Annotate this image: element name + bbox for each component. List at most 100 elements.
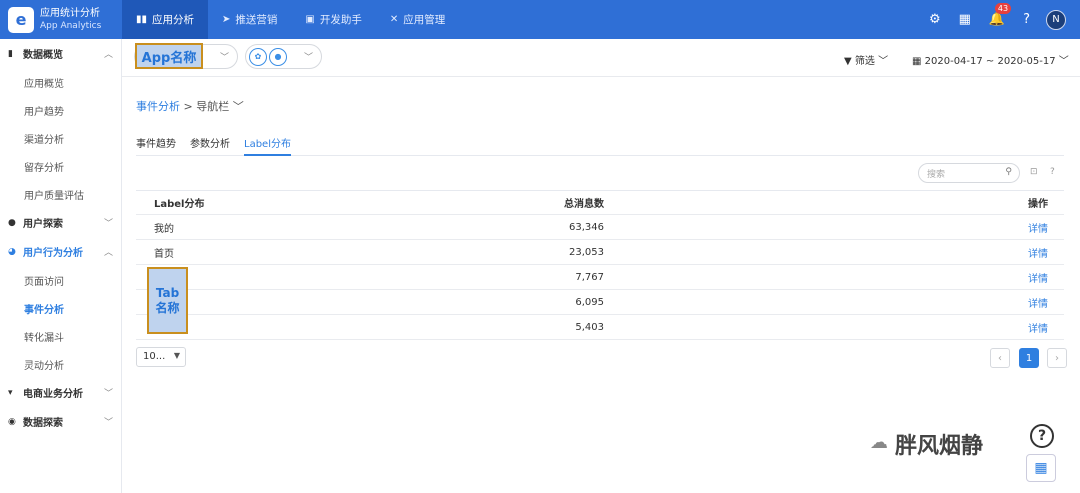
app-logo-icon: e <box>8 6 34 33</box>
watermark: 胖风烟静 <box>895 434 984 459</box>
cell-label: 首页 <box>154 248 174 260</box>
cart-icon: ▾ <box>8 387 13 398</box>
notification-badge: 43 <box>994 3 1012 14</box>
sidebar-item-channel[interactable]: 渠道分析 <box>0 124 121 152</box>
briefcase-icon: ▣ <box>305 14 315 25</box>
sidebar-item-event-analysis[interactable]: 事件分析 <box>0 294 121 322</box>
search-input[interactable]: 搜索 ⚲ <box>918 163 1020 183</box>
sidebar-group-ecommerce[interactable]: ▾ 电商业务分析 ﹀ <box>0 378 121 407</box>
nav-push-marketing[interactable]: ➤ 推送营销 <box>208 0 291 39</box>
avatar[interactable]: N <box>1046 9 1066 30</box>
tab-label-distribution[interactable]: Label分布 <box>244 128 291 156</box>
detail-link[interactable]: 详情 <box>604 270 1064 285</box>
top-bar: e 应用统计分析 App Analytics ▮▮ 应用分析 ➤ 推送营销 ▣ 开发助… <box>0 0 1080 39</box>
column-header-label: Label分布 <box>154 199 205 210</box>
sidebar-item-app-overview[interactable]: 应用概览 <box>0 68 121 96</box>
download-icon[interactable]: ⊡ <box>1030 167 1038 177</box>
nav-dev-assistant[interactable]: ▣ 开发助手 <box>291 0 375 39</box>
qr-code-icon[interactable]: ▦ <box>1026 454 1056 482</box>
cell-label: 我的 <box>154 223 174 235</box>
search-icon: ⚲ <box>1005 167 1012 177</box>
send-icon: ➤ <box>222 14 231 25</box>
chevron-down-icon[interactable]: ﹀ <box>233 100 244 113</box>
column-header-count: 总消息数 <box>564 199 604 210</box>
detail-link[interactable]: 详情 <box>604 320 1064 335</box>
sidebar-item-retention[interactable]: 留存分析 <box>0 152 121 180</box>
prev-page-button[interactable]: ‹ <box>990 348 1010 368</box>
brand[interactable]: e 应用统计分析 App Analytics <box>0 0 122 39</box>
breadcrumb-current[interactable]: 导航栏 <box>196 100 229 113</box>
sidebar-item-flex-analysis[interactable]: 灵动分析 <box>0 350 121 378</box>
caret-down-icon: ▼ <box>173 351 180 360</box>
chevron-down-icon: ﹀ <box>103 219 113 229</box>
date-range-picker[interactable]: ▦ 2020-04-17 ~ 2020-05-17 ﹀ <box>912 52 1069 67</box>
tools-icon: ✕ <box>389 14 399 25</box>
tab-name-annotation: Tab 名称 <box>147 267 188 334</box>
grid-icon[interactable]: ▦ <box>959 12 971 27</box>
sidebar-item-page-visit[interactable]: 页面访问 <box>0 266 121 294</box>
sidebar-item-user-quality[interactable]: 用户质量评估 <box>0 180 121 208</box>
wechat-icon: ☁ <box>870 432 888 453</box>
page-button-current[interactable]: 1 <box>1019 348 1039 368</box>
table-row: 5,403 详情 <box>136 315 1064 340</box>
cell-count: 63,346 <box>569 221 604 233</box>
sidebar-group-overview[interactable]: ▮ 数据概览 ︿ <box>0 39 121 68</box>
bar-chart-icon: ▮ <box>8 48 13 59</box>
app-name-annotation: App名称 <box>135 43 203 69</box>
chevron-up-icon: ︿ <box>103 50 113 60</box>
chevron-down-icon: ﹀ <box>219 53 229 63</box>
detail-link[interactable]: 详情 <box>604 295 1064 310</box>
chevron-down-icon: ﹀ <box>103 389 113 399</box>
chevron-down-icon: ﹀ <box>303 53 313 63</box>
data-table: Label分布 总消息数 操作 我的 63,346 详情 首页 23,053 详… <box>136 190 1064 340</box>
table-header: Label分布 总消息数 操作 <box>136 190 1064 215</box>
table-row: 首页 23,053 详情 <box>136 240 1064 265</box>
help-float-icon[interactable]: ? <box>1030 424 1054 448</box>
sidebar-item-user-trend[interactable]: 用户趋势 <box>0 96 121 124</box>
nav-app-management[interactable]: ✕ 应用管理 <box>376 0 459 39</box>
brand-subtitle: App Analytics <box>40 20 102 31</box>
chevron-down-icon: ﹀ <box>103 418 113 428</box>
compass-icon: ◉ <box>8 416 16 427</box>
cell-count: 23,053 <box>569 246 604 258</box>
apple-icon[interactable]: ● <box>269 47 287 66</box>
table-row: 7,767 详情 <box>136 265 1064 290</box>
pie-icon: ◕ <box>8 246 16 257</box>
breadcrumb: 事件分析 > 导航栏 ﹀ <box>136 98 244 114</box>
sidebar: ▮ 数据概览 ︿ 应用概览 用户趋势 渠道分析 留存分析 用户质量评估 ● 用户探索 ﹀… <box>0 39 122 493</box>
nav-app-analysis[interactable]: ▮▮ 应用分析 <box>122 0 209 39</box>
chevron-up-icon: ︿ <box>103 248 113 258</box>
cell-count: 6,095 <box>575 296 604 308</box>
page-size-select[interactable]: 10... ▼ <box>136 347 186 367</box>
tab-event-trend[interactable]: 事件趋势 <box>136 128 176 156</box>
platform-selector[interactable]: ✿ ● ﹀ <box>245 44 322 69</box>
next-page-button[interactable]: › <box>1047 348 1067 368</box>
filter-button[interactable]: ▼ 筛选 ﹀ <box>844 52 888 67</box>
help-icon[interactable]: ? <box>1023 12 1030 27</box>
bar-chart-icon: ▮▮ <box>136 14 148 25</box>
user-icon: ● <box>8 217 16 228</box>
cell-count: 7,767 <box>575 271 604 283</box>
tab-bar: 事件趋势 参数分析 Label分布 <box>136 128 1064 156</box>
top-nav: ▮▮ 应用分析 ➤ 推送营销 ▣ 开发助手 ✕ 应用管理 <box>122 0 459 39</box>
cell-count: 5,403 <box>575 321 604 333</box>
sidebar-group-behavior[interactable]: ◕ 用户行为分析 ︿ <box>0 237 121 266</box>
sidebar-group-data-explore[interactable]: ◉ 数据探索 ﹀ <box>0 407 121 436</box>
breadcrumb-separator: > <box>183 100 193 113</box>
sidebar-item-funnel[interactable]: 转化漏斗 <box>0 322 121 350</box>
gear-icon[interactable]: ⚙ <box>929 12 941 27</box>
detail-link[interactable]: 详情 <box>604 245 1064 260</box>
help-circle-icon[interactable]: ? <box>1050 167 1055 177</box>
breadcrumb-parent[interactable]: 事件分析 <box>136 100 180 113</box>
android-icon[interactable]: ✿ <box>249 47 267 66</box>
chevron-down-icon: ﹀ <box>878 56 889 67</box>
funnel-icon: ▼ <box>844 56 852 67</box>
bell-icon[interactable]: 🔔 43 <box>989 3 1012 27</box>
content-header: ﹀ App名称 ✿ ● ﹀ ▼ 筛选 ﹀ ▦ 2020-04-17 ~ 2020… <box>122 39 1080 77</box>
detail-link[interactable]: 详情 <box>604 220 1064 235</box>
tab-param-analysis[interactable]: 参数分析 <box>190 128 230 156</box>
table-row: 6,095 详情 <box>136 290 1064 315</box>
brand-title: 应用统计分析 <box>40 7 100 19</box>
column-header-action: 操作 <box>1028 199 1048 210</box>
sidebar-group-user-explore[interactable]: ● 用户探索 ﹀ <box>0 208 121 237</box>
